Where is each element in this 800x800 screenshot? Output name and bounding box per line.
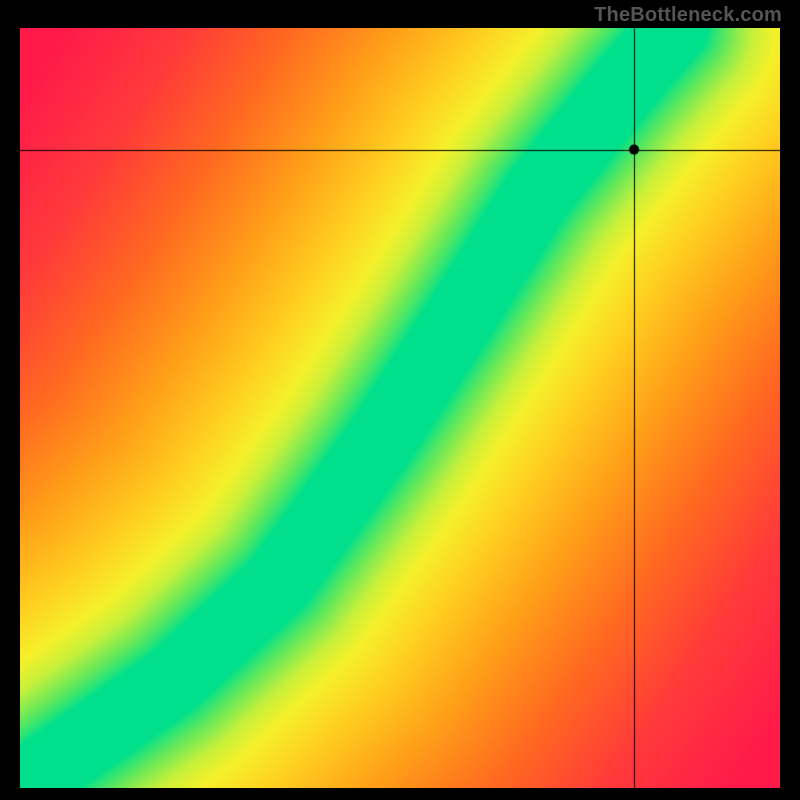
heatmap-canvas <box>20 28 780 788</box>
heatmap-plot <box>20 28 780 788</box>
watermark-text: TheBottleneck.com <box>594 4 782 27</box>
